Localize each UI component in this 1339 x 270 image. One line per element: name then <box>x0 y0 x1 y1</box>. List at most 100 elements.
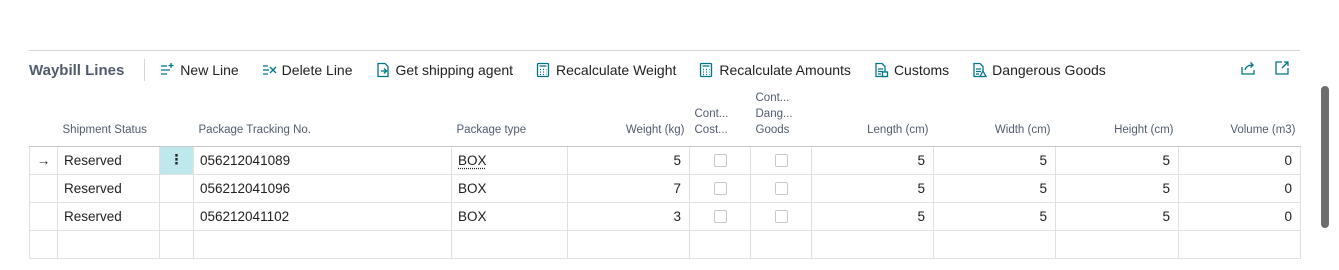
checkbox[interactable] <box>713 210 727 224</box>
empty-cell[interactable] <box>811 229 934 259</box>
cell-volume[interactable]: 0 <box>1178 173 1301 203</box>
empty-cell[interactable] <box>933 229 1056 259</box>
column-header-tracking[interactable]: Package Tracking No. <box>193 89 452 147</box>
indicator-header <box>29 89 58 147</box>
package-type-link[interactable]: BOX <box>458 153 487 168</box>
recalculate-amounts-label: Recalculate Amounts <box>719 62 851 78</box>
customs-label: Customs <box>893 62 950 78</box>
new-line-label: New Line <box>180 62 239 78</box>
delete-line-button[interactable]: Delete Line <box>261 62 353 78</box>
cell-length[interactable]: 5 <box>811 201 934 231</box>
recalculate-weight-label: Recalculate Weight <box>556 62 677 78</box>
row-menu-cell[interactable] <box>159 173 194 203</box>
delete-line-icon <box>262 65 277 75</box>
cell-height[interactable]: 5 <box>1055 145 1179 175</box>
cell-weight[interactable]: 5 <box>567 145 690 175</box>
empty-cell[interactable] <box>689 229 751 259</box>
empty-cell[interactable] <box>159 229 194 259</box>
recalculate-amounts-button[interactable]: Recalculate Amounts <box>698 62 851 78</box>
column-header-cont-cost[interactable]: Cont... Cost... <box>689 89 751 147</box>
vertical-scrollbar[interactable] <box>1321 86 1329 228</box>
new-line-button[interactable]: New Line <box>159 62 239 78</box>
cell-package-type[interactable]: BOX <box>451 145 568 175</box>
cell-weight[interactable]: 7 <box>567 173 690 203</box>
calculator-icon <box>536 62 550 78</box>
get-shipping-agent-button[interactable]: Get shipping agent <box>375 62 513 78</box>
cell-tracking[interactable]: 056212041089 <box>193 145 452 175</box>
cell-volume[interactable]: 0 <box>1178 201 1301 231</box>
menu-header <box>159 89 194 147</box>
cell-weight[interactable]: 3 <box>567 201 690 231</box>
delete-line-label: Delete Line <box>281 62 353 78</box>
empty-cell <box>29 229 58 259</box>
part-actions-right <box>1222 60 1290 76</box>
column-header-length[interactable]: Length (cm) <box>811 89 934 147</box>
row-indicator-cell <box>29 201 58 231</box>
empty-cell[interactable] <box>193 229 452 259</box>
cont-dang-line-2: Dang... <box>755 107 793 120</box>
share-icon[interactable] <box>1240 60 1256 76</box>
cell-tracking[interactable]: 056212041102 <box>193 201 452 231</box>
column-header-height[interactable]: Height (cm) <box>1055 89 1179 147</box>
cell-height[interactable]: 5 <box>1055 201 1179 231</box>
cell-status[interactable]: Reserved <box>57 145 160 175</box>
cell-length[interactable]: 5 <box>811 145 934 175</box>
empty-cell[interactable] <box>1178 229 1301 259</box>
recalculate-weight-button[interactable]: Recalculate Weight <box>535 62 676 78</box>
dangerous-goods-label: Dangerous Goods <box>992 62 1106 78</box>
cell-volume[interactable]: 0 <box>1178 145 1301 175</box>
empty-cell[interactable] <box>750 229 812 259</box>
cell-width[interactable]: 5 <box>933 201 1056 231</box>
cell-cont-cost[interactable] <box>689 145 751 175</box>
row-indicator-cell <box>29 173 58 203</box>
new-empty-row[interactable] <box>29 229 1301 259</box>
checkbox[interactable] <box>774 210 788 224</box>
table-row[interactable]: Reserved 056212041096 BOX 7 5 5 5 0 <box>29 173 1301 203</box>
dangerous-goods-icon <box>973 62 988 78</box>
cell-height[interactable]: 5 <box>1055 173 1179 203</box>
get-document-icon <box>376 62 389 78</box>
checkbox[interactable] <box>774 154 788 168</box>
divider <box>144 59 146 81</box>
expand-icon[interactable] <box>1274 60 1290 76</box>
empty-cell[interactable] <box>1055 229 1179 259</box>
cell-cont-dang[interactable] <box>750 201 812 231</box>
row-menu-button[interactable]: ⋮ <box>159 145 194 175</box>
cell-package-type[interactable]: BOX <box>451 173 568 203</box>
table-row[interactable]: → Reserved ⋮ 056212041089 BOX 5 5 5 5 0 <box>29 145 1301 175</box>
cell-status[interactable]: Reserved <box>57 173 160 203</box>
checkbox[interactable] <box>713 154 727 168</box>
column-header-package-type[interactable]: Package type <box>451 89 568 147</box>
column-header-width[interactable]: Width (cm) <box>933 89 1056 147</box>
checkbox[interactable] <box>713 182 727 196</box>
row-menu-cell[interactable] <box>159 201 194 231</box>
customs-icon <box>875 62 889 78</box>
toolbar: Waybill Lines New Line Delete Line Get s… <box>29 51 1300 89</box>
dangerous-goods-button[interactable]: Dangerous Goods <box>971 62 1106 78</box>
column-header-cont-dang-goods[interactable]: Cont... Dang... Goods <box>750 89 812 147</box>
empty-cell[interactable] <box>567 229 690 259</box>
part-title[interactable]: Waybill Lines <box>29 62 124 79</box>
cell-cont-dang[interactable] <box>750 145 812 175</box>
column-header-shipment-status[interactable]: Shipment Status <box>57 89 160 147</box>
cell-cont-cost[interactable] <box>689 201 751 231</box>
column-header-volume[interactable]: Volume (m3) <box>1178 89 1301 147</box>
table-row[interactable]: Reserved 056212041102 BOX 3 5 5 5 0 <box>29 201 1301 231</box>
current-row-indicator: → <box>29 145 58 175</box>
cell-tracking[interactable]: 056212041096 <box>193 173 452 203</box>
cell-width[interactable]: 5 <box>933 173 1056 203</box>
waybill-lines-grid: Shipment Status Package Tracking No. Pac… <box>29 89 1301 259</box>
cell-cont-dang[interactable] <box>750 173 812 203</box>
header-row: Shipment Status Package Tracking No. Pac… <box>29 89 1301 147</box>
empty-cell[interactable] <box>451 229 568 259</box>
cell-cont-cost[interactable] <box>689 173 751 203</box>
cell-status[interactable]: Reserved <box>57 201 160 231</box>
column-header-weight[interactable]: Weight (kg) <box>567 89 690 147</box>
cell-length[interactable]: 5 <box>811 173 934 203</box>
checkbox[interactable] <box>774 182 788 196</box>
cell-width[interactable]: 5 <box>933 145 1056 175</box>
customs-button[interactable]: Customs <box>873 62 949 78</box>
cell-package-type[interactable]: BOX <box>451 201 568 231</box>
new-line-icon <box>161 63 174 75</box>
empty-cell[interactable] <box>57 229 160 259</box>
